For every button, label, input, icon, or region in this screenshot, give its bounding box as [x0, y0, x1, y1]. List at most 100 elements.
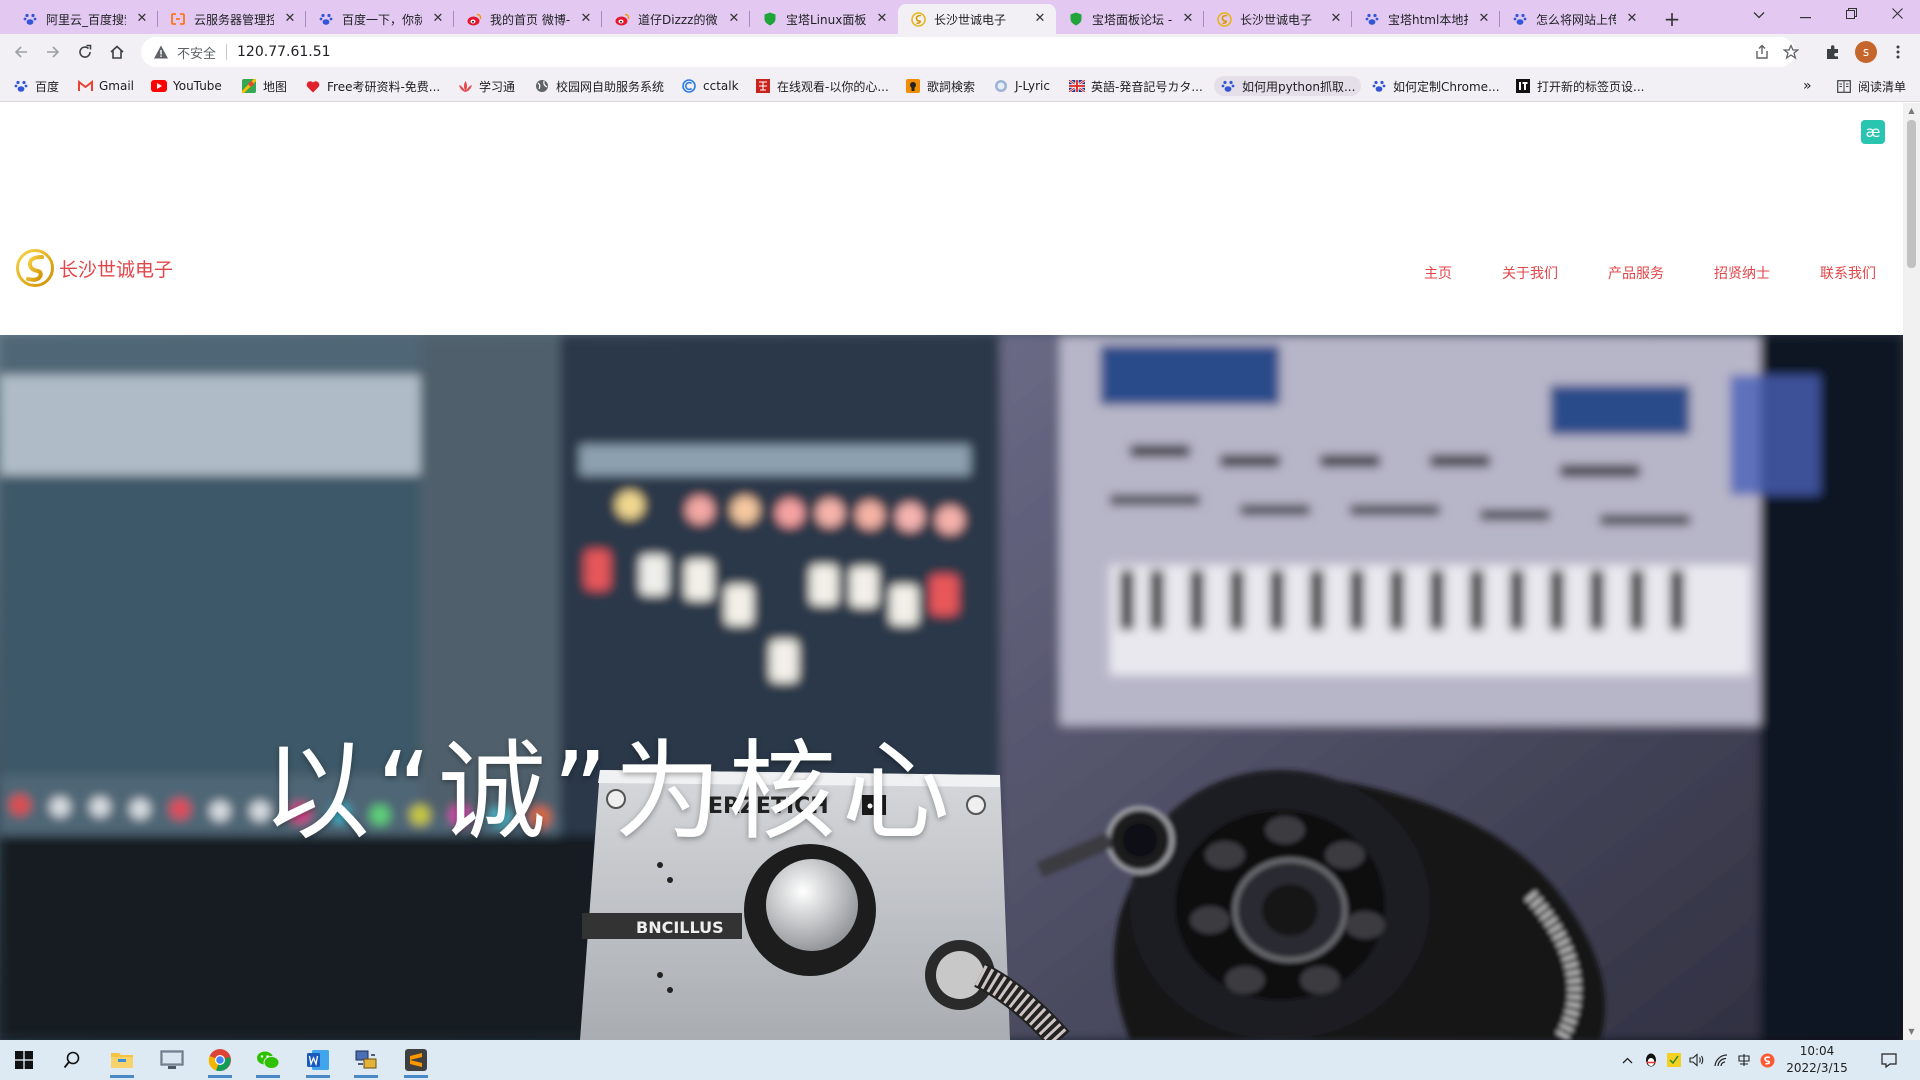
translate-extension-icon[interactable]: æ [1861, 120, 1885, 144]
tab[interactable]: 道仔Dizzz的微博 ✕ [602, 4, 750, 34]
notepad-icon [1667, 1053, 1681, 1067]
wifi-button[interactable] [1713, 1052, 1729, 1068]
paw-icon [1371, 78, 1387, 94]
close-icon[interactable]: ✕ [578, 11, 594, 27]
close-icon[interactable]: ✕ [282, 11, 298, 27]
chrome-icon [208, 1049, 231, 1072]
close-icon[interactable]: ✕ [134, 11, 150, 27]
tab[interactable]: 宝塔面板论坛 - ✕ [1056, 4, 1204, 34]
close-icon[interactable]: ✕ [1624, 11, 1640, 27]
bookmark-label: YouTube [173, 79, 222, 93]
close-icon[interactable]: ✕ [1476, 11, 1492, 27]
reload-icon [79, 44, 92, 58]
tab[interactable]: 阿里云_百度搜索 ✕ [10, 4, 158, 34]
address-bar[interactable]: 不安全 120.77.61.51 [141, 37, 1799, 67]
scroll-up-arrow-icon[interactable]: ▲ [1907, 106, 1916, 116]
taskbar-wechat[interactable] [252, 1044, 284, 1078]
search-button[interactable] [56, 1044, 88, 1076]
taskbar-file-explorer[interactable] [106, 1044, 138, 1078]
bookmark[interactable]: 百度 [13, 76, 59, 96]
tab[interactable]: 云服务器管理控 ✕ [158, 4, 306, 34]
tab[interactable]: 长沙世诚电子 ✕ [1204, 4, 1352, 34]
taskbar-clock[interactable]: 10:04 2022/3/15 [1782, 1043, 1852, 1077]
bookmark[interactable]: 如何用python抓取... [1214, 76, 1362, 96]
avatar[interactable]: s [1855, 41, 1877, 63]
yellow-tray-icon[interactable] [1666, 1052, 1682, 1068]
tab-active[interactable]: 长沙世诚电子 ✕ [898, 4, 1056, 34]
extensions-button[interactable] [1819, 38, 1847, 66]
bookmark[interactable]: 歌詞検索 [905, 76, 975, 96]
scrollbar-thumb[interactable] [1907, 120, 1916, 268]
bookmark[interactable]: 英語-発音記号カタ... [1069, 76, 1203, 96]
input-method-icon [1738, 1054, 1750, 1066]
nav-contact[interactable]: 联系我们 [1820, 263, 1876, 283]
qq-tray-icon[interactable] [1643, 1052, 1659, 1068]
input-method-button[interactable] [1736, 1052, 1752, 1068]
bookmark[interactable]: 地图 [241, 76, 287, 96]
bookmark[interactable]: 校园网自助服务系统 [534, 76, 664, 96]
uk-flag-icon [1069, 78, 1085, 94]
bookmark-label: 在线观看-以你的心... [777, 79, 889, 94]
back-button[interactable] [7, 38, 35, 66]
close-icon[interactable]: ✕ [430, 11, 446, 27]
taskbar-network-app[interactable] [350, 1044, 382, 1078]
security-label[interactable]: 不安全 [177, 43, 216, 62]
close-icon [1891, 8, 1903, 19]
star-icon[interactable] [1783, 44, 1799, 60]
bookmark[interactable]: 在线观看-以你的心... [755, 76, 889, 96]
tab-strip: 阿里云_百度搜索 ✕ 云服务器管理控 ✕ 百度一下，你就 ✕ 我的首页 微博-随… [0, 0, 1920, 34]
bookmark[interactable]: 学习通 [457, 76, 515, 96]
sogou-tray-icon[interactable] [1759, 1052, 1775, 1068]
reading-list-button[interactable]: 阅读清单 [1836, 76, 1906, 96]
tab[interactable]: 怎么将网站上传 ✕ [1500, 4, 1648, 34]
share-icon[interactable] [1754, 44, 1770, 60]
menu-button[interactable] [1884, 38, 1912, 66]
taskbar-app[interactable] [156, 1044, 188, 1076]
bookmark-label: 如何定制Chrome... [1393, 79, 1500, 94]
tab-title: 长沙世诚电子 [1240, 12, 1313, 27]
orange-lyrics-icon [905, 78, 921, 94]
nav-home[interactable]: 主页 [1424, 263, 1452, 283]
taskbar-word[interactable] [302, 1044, 334, 1078]
bookmark[interactable]: Gmail [77, 76, 134, 96]
close-icon[interactable]: ✕ [726, 11, 742, 27]
start-button[interactable] [8, 1044, 40, 1076]
new-tab-button[interactable]: + [1658, 5, 1686, 33]
taskbar-sublime[interactable] [400, 1044, 432, 1078]
minimize-button[interactable] [1782, 0, 1828, 30]
more-bookmarks-button[interactable]: » [1803, 76, 1812, 96]
volume-button[interactable] [1689, 1052, 1705, 1068]
close-icon[interactable]: ✕ [1180, 11, 1196, 27]
notifications-button[interactable] [1881, 1052, 1897, 1068]
bookmark[interactable]: Free考研资料-免费... [305, 76, 440, 96]
tab-search-button[interactable] [1736, 0, 1782, 30]
bookmark[interactable]: YouTube [151, 76, 222, 96]
show-hidden-icons-button[interactable] [1619, 1052, 1635, 1068]
tab-title: 阿里云_百度搜索 [46, 12, 126, 27]
bookmark[interactable]: 如何定制Chrome... [1371, 76, 1500, 96]
tab[interactable]: 百度一下，你就 ✕ [306, 4, 454, 34]
bookmark[interactable]: 打开新的标签页设... [1515, 76, 1644, 96]
bookmark[interactable]: cctalk [681, 76, 739, 96]
home-button[interactable] [103, 38, 131, 66]
nav-about[interactable]: 关于我们 [1502, 263, 1558, 283]
nav-careers[interactable]: 招贤纳士 [1714, 263, 1770, 283]
tab-title: 宝塔html本地打 [1388, 12, 1468, 27]
tab[interactable]: 宝塔html本地打 ✕ [1352, 4, 1500, 34]
nav-products[interactable]: 产品服务 [1608, 263, 1664, 283]
close-window-button[interactable] [1874, 0, 1920, 30]
url-text[interactable]: 120.77.61.51 [237, 44, 331, 60]
scroll-down-arrow-icon[interactable]: ▼ [1907, 1027, 1916, 1037]
restore-button[interactable] [1828, 0, 1874, 30]
tab[interactable]: 宝塔Linux面板 ✕ [750, 4, 898, 34]
close-icon[interactable]: ✕ [1328, 11, 1344, 27]
close-icon[interactable]: ✕ [874, 11, 890, 27]
tab[interactable]: 我的首页 微博-随 ✕ [454, 4, 602, 34]
warning-icon[interactable] [153, 44, 169, 60]
page-scrollbar[interactable]: ▲ ▼ [1903, 103, 1920, 1040]
close-icon[interactable]: ✕ [1032, 11, 1048, 27]
bookmark[interactable]: J-Lyric [993, 76, 1050, 96]
forward-button[interactable] [39, 38, 67, 66]
taskbar-chrome[interactable] [204, 1044, 236, 1078]
reload-button[interactable] [71, 38, 99, 66]
